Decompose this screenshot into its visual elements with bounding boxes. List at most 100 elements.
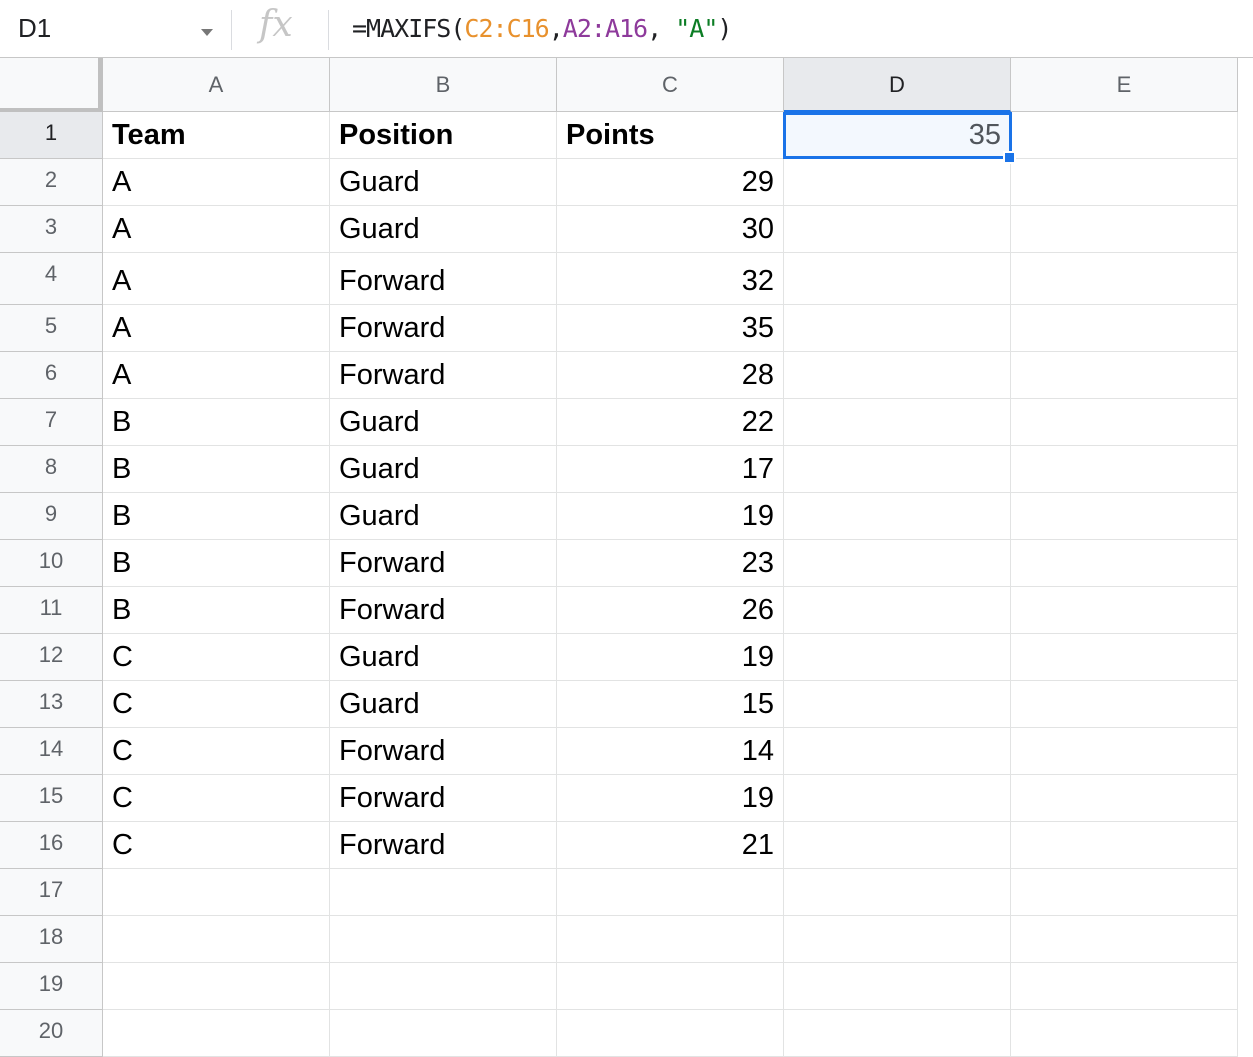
cell-empty[interactable] xyxy=(103,869,330,916)
cell-a1[interactable]: Team xyxy=(103,112,330,159)
cell-empty[interactable] xyxy=(1011,399,1238,446)
cell-empty[interactable] xyxy=(784,493,1011,540)
cell-empty[interactable] xyxy=(103,916,330,963)
cell-position[interactable]: Forward xyxy=(330,775,557,822)
cell-e1[interactable] xyxy=(1011,112,1238,159)
cell-empty[interactable] xyxy=(1011,206,1238,253)
cell-team[interactable]: B xyxy=(103,540,330,587)
fill-handle[interactable] xyxy=(1003,151,1016,164)
cell-position[interactable]: Guard xyxy=(330,399,557,446)
formula-input[interactable]: =MAXIFS(C2:C16,A2:A16, "A") xyxy=(352,14,732,43)
row-header-8[interactable]: 8 xyxy=(0,446,103,493)
row-header-18[interactable]: 18 xyxy=(0,916,103,963)
cell-points[interactable]: 14 xyxy=(557,728,784,775)
row-header-7[interactable]: 7 xyxy=(0,399,103,446)
row-header-4[interactable]: 4 xyxy=(0,253,103,305)
cell-team[interactable]: A xyxy=(103,305,330,352)
row-header-6[interactable]: 6 xyxy=(0,352,103,399)
cell-empty[interactable] xyxy=(784,822,1011,869)
cell-team[interactable]: B xyxy=(103,493,330,540)
cell-empty[interactable] xyxy=(784,963,1011,1010)
column-header-d[interactable]: D xyxy=(784,58,1011,112)
cell-team[interactable]: A xyxy=(103,352,330,399)
cell-empty[interactable] xyxy=(1011,159,1238,206)
cell-empty[interactable] xyxy=(1011,916,1238,963)
cell-position[interactable]: Guard xyxy=(330,634,557,681)
cell-c1[interactable]: Points xyxy=(557,112,784,159)
cell-position[interactable]: Forward xyxy=(330,587,557,634)
row-header-20[interactable]: 20 xyxy=(0,1010,103,1057)
cell-empty[interactable] xyxy=(784,253,1011,305)
cell-empty[interactable] xyxy=(1011,634,1238,681)
row-header-17[interactable]: 17 xyxy=(0,869,103,916)
cell-empty[interactable] xyxy=(784,399,1011,446)
cell-empty[interactable] xyxy=(330,916,557,963)
cell-position[interactable]: Guard xyxy=(330,493,557,540)
cell-position[interactable]: Forward xyxy=(330,822,557,869)
row-header-16[interactable]: 16 xyxy=(0,822,103,869)
column-header-e[interactable]: E xyxy=(1011,58,1238,112)
cell-empty[interactable] xyxy=(784,869,1011,916)
cell-empty[interactable] xyxy=(1011,446,1238,493)
cell-points[interactable]: 26 xyxy=(557,587,784,634)
row-header-1[interactable]: 1 xyxy=(0,112,103,159)
cell-points[interactable]: 28 xyxy=(557,352,784,399)
cell-empty[interactable] xyxy=(330,869,557,916)
cell-position[interactable]: Guard xyxy=(330,206,557,253)
cell-points[interactable]: 17 xyxy=(557,446,784,493)
cell-points[interactable]: 19 xyxy=(557,493,784,540)
cell-empty[interactable] xyxy=(784,159,1011,206)
cell-empty[interactable] xyxy=(1011,822,1238,869)
cell-empty[interactable] xyxy=(557,1010,784,1057)
cell-position[interactable]: Guard xyxy=(330,681,557,728)
cell-empty[interactable] xyxy=(330,963,557,1010)
cell-empty[interactable] xyxy=(784,728,1011,775)
cell-points[interactable]: 32 xyxy=(557,253,784,305)
cell-position[interactable]: Forward xyxy=(330,352,557,399)
cell-team[interactable]: C xyxy=(103,728,330,775)
row-header-11[interactable]: 11 xyxy=(0,587,103,634)
cell-team[interactable]: B xyxy=(103,587,330,634)
cell-empty[interactable] xyxy=(1011,775,1238,822)
cell-position[interactable]: Forward xyxy=(330,305,557,352)
cell-team[interactable]: C xyxy=(103,822,330,869)
cell-empty[interactable] xyxy=(1011,963,1238,1010)
cell-empty[interactable] xyxy=(1011,869,1238,916)
cell-points[interactable]: 19 xyxy=(557,775,784,822)
name-box[interactable]: D1 xyxy=(0,0,230,58)
cell-empty[interactable] xyxy=(1011,728,1238,775)
row-header-15[interactable]: 15 xyxy=(0,775,103,822)
cell-empty[interactable] xyxy=(1011,352,1238,399)
cell-points[interactable]: 15 xyxy=(557,681,784,728)
cell-position[interactable]: Guard xyxy=(330,446,557,493)
cell-empty[interactable] xyxy=(784,1010,1011,1057)
column-header-c[interactable]: C xyxy=(557,58,784,112)
cell-team[interactable]: C xyxy=(103,775,330,822)
cell-points[interactable]: 35 xyxy=(557,305,784,352)
cell-team[interactable]: C xyxy=(103,634,330,681)
cell-empty[interactable] xyxy=(784,775,1011,822)
column-header-a[interactable]: A xyxy=(103,58,330,112)
row-header-2[interactable]: 2 xyxy=(0,159,103,206)
cell-position[interactable]: Forward xyxy=(330,253,557,305)
cell-team[interactable]: A xyxy=(103,159,330,206)
column-header-b[interactable]: B xyxy=(330,58,557,112)
cell-team[interactable]: A xyxy=(103,206,330,253)
cell-points[interactable]: 21 xyxy=(557,822,784,869)
row-header-10[interactable]: 10 xyxy=(0,540,103,587)
cell-d1[interactable]: 35 xyxy=(784,112,1011,159)
cell-team[interactable]: B xyxy=(103,399,330,446)
cell-empty[interactable] xyxy=(103,1010,330,1057)
cell-position[interactable]: Forward xyxy=(330,728,557,775)
cell-empty[interactable] xyxy=(784,446,1011,493)
cell-empty[interactable] xyxy=(1011,493,1238,540)
cell-points[interactable]: 29 xyxy=(557,159,784,206)
cell-empty[interactable] xyxy=(1011,305,1238,352)
cell-empty[interactable] xyxy=(557,963,784,1010)
row-header-12[interactable]: 12 xyxy=(0,634,103,681)
cell-position[interactable]: Guard xyxy=(330,159,557,206)
cell-empty[interactable] xyxy=(103,963,330,1010)
cell-empty[interactable] xyxy=(784,587,1011,634)
cell-team[interactable]: B xyxy=(103,446,330,493)
cell-empty[interactable] xyxy=(1011,681,1238,728)
